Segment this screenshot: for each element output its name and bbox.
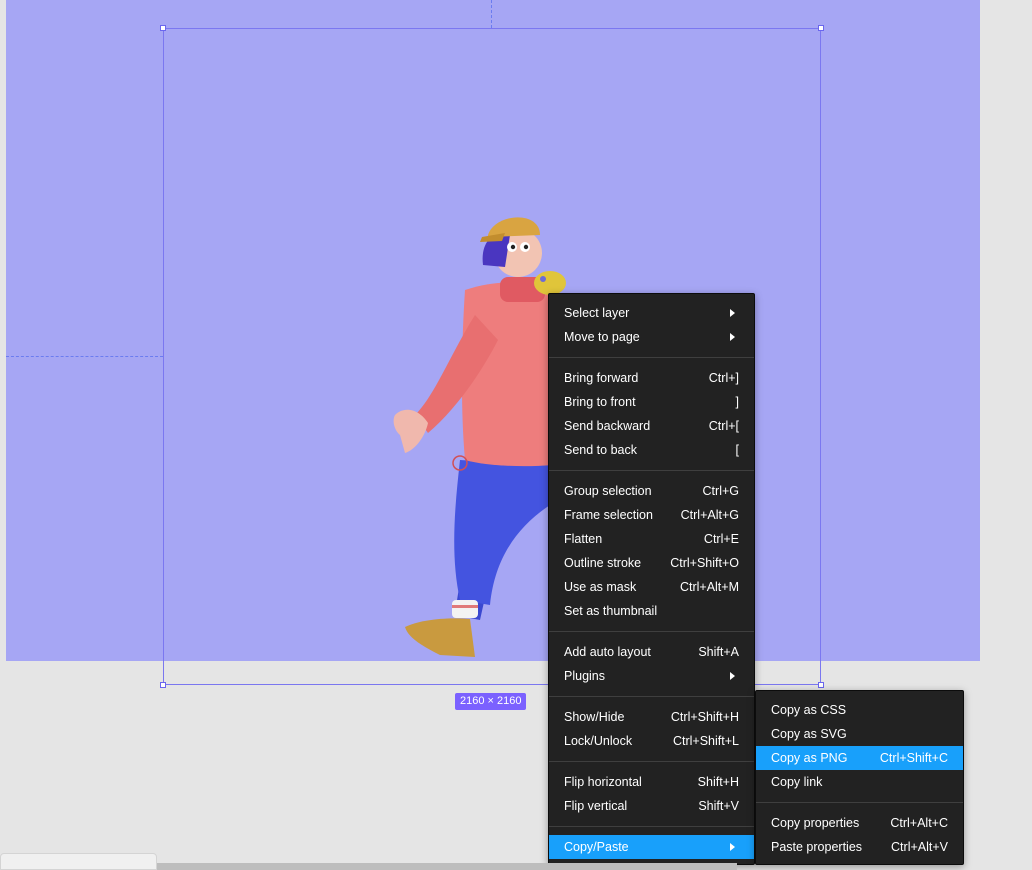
submenu-arrow-icon (730, 309, 735, 317)
menu-item-copy-as-svg[interactable]: Copy as SVG (756, 722, 963, 746)
menu-item-shortcut: ] (735, 395, 739, 409)
menu-item-label: Send to back (564, 443, 637, 457)
menu-item-flip-horizontal[interactable]: Flip horizontal Shift+H (549, 770, 754, 794)
resize-handle-top-left[interactable] (160, 25, 166, 31)
menu-item-label: Use as mask (564, 580, 637, 594)
menu-item-shortcut: Ctrl+Shift+O (670, 556, 739, 570)
menu-item-send-backward[interactable]: Send backward Ctrl+[ (549, 414, 754, 438)
menu-item-label: Copy link (771, 775, 823, 789)
menu-item-bring-forward[interactable]: Bring forward Ctrl+] (549, 366, 754, 390)
copy-paste-submenu: Copy as CSS Copy as SVG Copy as PNG Ctrl… (755, 690, 964, 865)
menu-item-label: Move to page (564, 330, 640, 344)
menu-item-flip-vertical[interactable]: Flip vertical Shift+V (549, 794, 754, 818)
menu-separator (549, 826, 754, 827)
menu-item-shortcut: Ctrl+E (703, 532, 739, 546)
menu-item-copy-link[interactable]: Copy link (756, 770, 963, 794)
submenu-arrow-icon (730, 672, 735, 680)
menu-item-send-to-back[interactable]: Send to back [ (549, 438, 754, 462)
menu-item-select-layer[interactable]: Select layer (549, 301, 754, 325)
menu-item-label: Outline stroke (564, 556, 642, 570)
menu-item-shortcut: Ctrl+Shift+C (879, 751, 948, 765)
menu-item-shortcut: Ctrl+Shift+L (672, 734, 739, 748)
menu-item-shortcut: Shift+A (698, 645, 739, 659)
menu-separator (549, 470, 754, 471)
menu-item-label: Lock/Unlock (564, 734, 633, 748)
menu-item-shortcut: Ctrl+Shift+H (670, 710, 739, 724)
menu-item-label: Copy properties (771, 816, 860, 830)
vertical-guide-line (491, 0, 492, 28)
menu-item-use-as-mask[interactable]: Use as mask Ctrl+Alt+M (549, 575, 754, 599)
menu-item-label: Copy as SVG (771, 727, 847, 741)
menu-item-shortcut: Ctrl+[ (708, 419, 739, 433)
menu-item-label: Show/Hide (564, 710, 625, 724)
menu-item-label: Paste properties (771, 840, 863, 854)
menu-item-label: Bring forward (564, 371, 639, 385)
resize-handle-bottom-left[interactable] (160, 682, 166, 688)
menu-item-label: Group selection (564, 484, 652, 498)
menu-item-label: Copy as CSS (771, 703, 847, 717)
menu-item-label: Flatten (564, 532, 603, 546)
submenu-arrow-icon (730, 333, 735, 341)
menu-item-label: Bring to front (564, 395, 636, 409)
menu-item-label: Send backward (564, 419, 651, 433)
menu-item-group-selection[interactable]: Group selection Ctrl+G (549, 479, 754, 503)
selection-size-badge: 2160 × 2160 (455, 693, 527, 710)
menu-separator (549, 696, 754, 697)
menu-item-copy-as-png[interactable]: Copy as PNG Ctrl+Shift+C (756, 746, 963, 770)
context-menu: Select layer Move to page Bring forward … (548, 293, 755, 865)
menu-item-bring-to-front[interactable]: Bring to front ] (549, 390, 754, 414)
submenu-arrow-icon (730, 843, 735, 851)
horizontal-guide-line (6, 356, 163, 357)
menu-item-shortcut: Ctrl+Alt+V (891, 840, 948, 854)
menu-item-copy-as-css[interactable]: Copy as CSS (756, 698, 963, 722)
menu-item-shortcut: Ctrl+] (708, 371, 739, 385)
menu-item-label: Select layer (564, 306, 630, 320)
menu-item-shortcut: Shift+H (697, 775, 739, 789)
menu-separator (549, 357, 754, 358)
menu-item-shortcut: Ctrl+G (702, 484, 739, 498)
menu-item-shortcut: Ctrl+Alt+G (680, 508, 739, 522)
menu-separator (549, 631, 754, 632)
menu-item-set-as-thumbnail[interactable]: Set as thumbnail (549, 599, 754, 623)
menu-item-show-hide[interactable]: Show/Hide Ctrl+Shift+H (549, 705, 754, 729)
menu-item-flatten[interactable]: Flatten Ctrl+E (549, 527, 754, 551)
menu-item-paste-properties[interactable]: Paste properties Ctrl+Alt+V (756, 835, 963, 859)
resize-handle-bottom-right[interactable] (818, 682, 824, 688)
menu-item-label: Set as thumbnail (564, 604, 658, 618)
menu-item-label: Flip horizontal (564, 775, 642, 789)
menu-item-label: Flip vertical (564, 799, 628, 813)
menu-item-copy-paste[interactable]: Copy/Paste (549, 835, 754, 859)
menu-item-shortcut: Ctrl+Alt+M (679, 580, 739, 594)
menu-item-label: Copy/Paste (564, 840, 629, 854)
menu-item-label: Plugins (564, 669, 605, 683)
menu-item-label: Copy as PNG (771, 751, 848, 765)
menu-item-label: Frame selection (564, 508, 653, 522)
horizontal-scrollbar[interactable] (157, 863, 737, 870)
menu-item-move-to-page[interactable]: Move to page (549, 325, 754, 349)
menu-item-lock-unlock[interactable]: Lock/Unlock Ctrl+Shift+L (549, 729, 754, 753)
menu-separator (756, 802, 963, 803)
menu-separator (549, 761, 754, 762)
menu-item-plugins[interactable]: Plugins (549, 664, 754, 688)
menu-item-shortcut: [ (735, 443, 739, 457)
menu-item-copy-properties[interactable]: Copy properties Ctrl+Alt+C (756, 811, 963, 835)
menu-item-outline-stroke[interactable]: Outline stroke Ctrl+Shift+O (549, 551, 754, 575)
menu-item-shortcut: Ctrl+Alt+C (890, 816, 948, 830)
resize-handle-top-right[interactable] (818, 25, 824, 31)
menu-item-shortcut: Shift+V (698, 799, 739, 813)
menu-item-label: Add auto layout (564, 645, 651, 659)
menu-item-add-auto-layout[interactable]: Add auto layout Shift+A (549, 640, 754, 664)
bottom-panel-edge (0, 853, 157, 870)
menu-item-frame-selection[interactable]: Frame selection Ctrl+Alt+G (549, 503, 754, 527)
